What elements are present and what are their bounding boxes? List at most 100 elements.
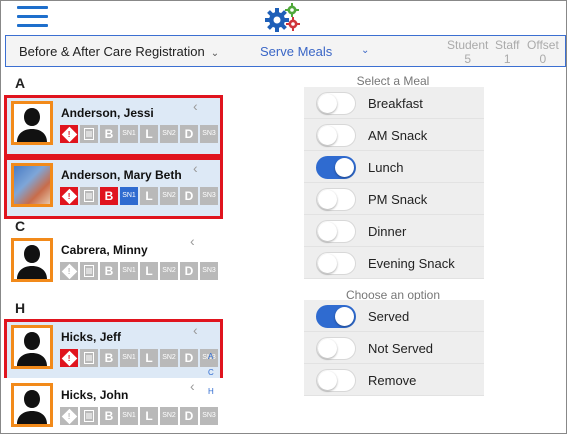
breakfast-badge[interactable]: B: [100, 125, 118, 143]
toggle-switch[interactable]: [316, 337, 356, 360]
toggle-switch[interactable]: [316, 220, 356, 243]
breakfast-badge[interactable]: B: [100, 349, 118, 367]
option-label: Breakfast: [368, 96, 423, 111]
toggle-knob: [335, 158, 354, 177]
dinner-badge[interactable]: D: [180, 349, 198, 367]
meal-option[interactable]: Lunch: [304, 151, 484, 183]
meal-option[interactable]: PM Snack: [304, 183, 484, 215]
chevron-down-icon: ⌄: [210, 48, 220, 59]
snack-badge[interactable]: SN3: [200, 125, 218, 143]
meal-option[interactable]: Evening Snack: [304, 247, 484, 279]
mode-selector[interactable]: Serve Meals: [260, 44, 332, 59]
document-icon[interactable]: [80, 187, 98, 205]
option-label: Lunch: [368, 160, 404, 175]
snack-badge[interactable]: SN1: [120, 407, 138, 425]
breakfast-badge[interactable]: B: [100, 407, 118, 425]
toggle-knob: [318, 126, 337, 145]
chevron-left-icon[interactable]: ‹: [193, 160, 198, 176]
meal-option[interactable]: Dinner: [304, 215, 484, 247]
meal-badges: ! B SN1 L SN2 D SN3: [60, 187, 218, 207]
chevron-left-icon[interactable]: ‹: [193, 322, 198, 338]
lunch-badge[interactable]: L: [140, 262, 158, 280]
snack-badge[interactable]: SN2: [160, 187, 178, 205]
toggle-switch[interactable]: [316, 305, 356, 328]
toggle-knob: [318, 222, 337, 241]
app-window: Before & After Care Registration ⌄ Serve …: [0, 0, 567, 434]
student-row[interactable]: Anderson, Mary Beth ‹! B SN1 L SN2 D SN3: [4, 157, 223, 219]
meal-badges: ! B SN1 L SN2 D SN3: [60, 349, 218, 369]
status-option[interactable]: Remove: [304, 364, 484, 396]
snack-badge[interactable]: SN1: [120, 262, 138, 280]
chevron-left-icon[interactable]: ‹: [190, 378, 195, 394]
student-list[interactable]: A Anderson, Jessi ‹! B SN1 L SN2 D SN3 Anderson…: [1, 67, 223, 433]
student-photo: [14, 166, 50, 204]
dinner-badge[interactable]: D: [180, 262, 198, 280]
dinner-badge[interactable]: D: [180, 125, 198, 143]
alert-icon[interactable]: !: [60, 125, 78, 143]
toggle-switch[interactable]: [316, 188, 356, 211]
toggle-switch[interactable]: [316, 369, 356, 392]
menu-icon[interactable]: [17, 6, 48, 28]
student-row[interactable]: Anderson, Jessi ‹! B SN1 L SN2 D SN3: [4, 95, 223, 157]
document-icon[interactable]: [80, 407, 98, 425]
chevron-left-icon[interactable]: ‹: [193, 98, 198, 114]
meal-option[interactable]: Breakfast: [304, 87, 484, 119]
snack-badge[interactable]: SN2: [160, 407, 178, 425]
status-option[interactable]: Served: [304, 300, 484, 332]
chevron-left-icon[interactable]: ‹: [190, 233, 195, 249]
toggle-switch[interactable]: [316, 156, 356, 179]
settings-gears-icon[interactable]: [263, 3, 303, 33]
alert-icon[interactable]: !: [60, 262, 78, 280]
alert-icon[interactable]: !: [60, 187, 78, 205]
avatar: [11, 325, 53, 369]
top-bar: [1, 1, 566, 35]
staff-counter: Staff 1: [495, 38, 519, 66]
dinner-badge[interactable]: D: [180, 187, 198, 205]
toggle-switch[interactable]: [316, 252, 356, 275]
meal-option[interactable]: AM Snack: [304, 119, 484, 151]
document-icon[interactable]: [80, 262, 98, 280]
snack-badge[interactable]: SN2: [160, 262, 178, 280]
index-letter-c[interactable]: C: [208, 368, 214, 377]
breakfast-badge[interactable]: B: [100, 187, 118, 205]
meal-options: Breakfast AM Snack Lunch PM Snack Dinner Even…: [304, 87, 484, 279]
snack-badge[interactable]: SN2: [160, 125, 178, 143]
counter-value: 5: [464, 52, 472, 66]
student-row[interactable]: Cabrera, Minny ‹! B SN1 L SN2 D SN3: [4, 233, 223, 295]
snack-badge[interactable]: SN3: [200, 262, 218, 280]
alert-icon[interactable]: !: [60, 349, 78, 367]
meal-badges: ! B SN1 L SN2 D SN3: [60, 125, 218, 145]
alert-icon[interactable]: !: [60, 407, 78, 425]
snack-badge[interactable]: SN1: [120, 125, 138, 143]
snack-badge[interactable]: SN3: [200, 187, 218, 205]
status-option[interactable]: Not Served: [304, 332, 484, 364]
lunch-badge[interactable]: L: [140, 187, 158, 205]
offset-counter: Offset 0: [527, 38, 559, 66]
toggle-switch[interactable]: [316, 124, 356, 147]
index-letter-h[interactable]: H: [208, 387, 214, 396]
breakfast-badge[interactable]: B: [100, 262, 118, 280]
chevron-down-icon[interactable]: ⌄: [361, 45, 369, 56]
student-row[interactable]: Hicks, John ‹! B SN1 L SN2 D SN3: [4, 378, 223, 433]
toggle-switch[interactable]: [316, 92, 356, 115]
snack-badge[interactable]: SN1: [120, 349, 138, 367]
program-selector[interactable]: Before & After Care Registration ⌄: [19, 44, 219, 59]
student-name: Cabrera, Minny: [61, 243, 148, 257]
document-icon[interactable]: [80, 349, 98, 367]
toggle-knob: [318, 254, 337, 273]
section-header-c: C: [15, 218, 26, 234]
snack-badge[interactable]: SN1: [120, 187, 138, 205]
toggle-knob: [318, 371, 337, 390]
snack-badge[interactable]: SN2: [160, 349, 178, 367]
document-icon[interactable]: [80, 125, 98, 143]
lunch-badge[interactable]: L: [140, 407, 158, 425]
avatar: [11, 238, 53, 282]
snack-badge[interactable]: SN3: [200, 407, 218, 425]
lunch-badge[interactable]: L: [140, 349, 158, 367]
student-row[interactable]: Hicks, Jeff ‹! B SN1 L SN2 D SN3: [4, 319, 223, 381]
program-label: Before & After Care Registration: [19, 44, 205, 59]
option-label: Dinner: [368, 224, 407, 239]
dinner-badge[interactable]: D: [180, 407, 198, 425]
lunch-badge[interactable]: L: [140, 125, 158, 143]
index-letter-a[interactable]: A: [208, 352, 213, 361]
